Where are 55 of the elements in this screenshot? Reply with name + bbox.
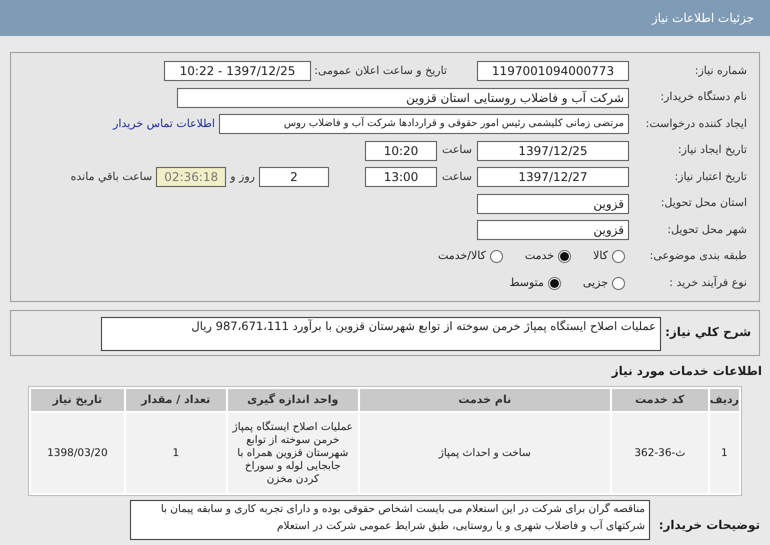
- table-cell: ساخت و احداث پمپاژ: [360, 413, 610, 493]
- table-cell: 1: [710, 413, 739, 493]
- services-title: اطلاعات خدمات مورد نیاز: [612, 363, 762, 380]
- province-field: قزوین: [477, 194, 629, 214]
- field-label: استان محل تحویل:: [660, 195, 747, 212]
- page-title: جزئیات اطلاعات نیاز: [652, 10, 754, 27]
- table-cell: 1398/03/20: [31, 413, 124, 493]
- field-label: ساعت باقي مانده: [70, 168, 154, 185]
- table-cell: عملیات اصلاح ایستگاه پمپاژ خرمن سوخته از توابع شهرستان قزوین همراه با جابجایی لوله و سوراخ کردن مخزن: [228, 413, 358, 493]
- table-cell: ث-36-362: [612, 413, 708, 493]
- summary-field: عملیات اصلاح ایستگاه پمپاژ خرمن سوخته از توابع شهرستان قزوین با برآورد 987،671،111 ریال: [101, 317, 661, 351]
- column-header: ردیف: [710, 389, 739, 411]
- days-field: 2: [259, 167, 329, 187]
- buyer-contact-link[interactable]: اطلاعات تماس خریدار: [113, 116, 215, 132]
- created-time-field: 10:20: [365, 140, 437, 160]
- notes-label: توضیحات خریدار:: [658, 517, 760, 534]
- column-header: تاریخ نیاز: [31, 389, 124, 411]
- field-label: تاریخ اعتبار نیاز:: [673, 168, 747, 185]
- notes-field: مناقصه گران برای شرکت در این استعلام می بایست اشخاص حقوقی بوده و دارای تجربه کاری و سابقه پیمان با شرکتهای آب و فاضلاب شهری و یا روستایی، طبق شرایط عمومی شرکت در استعلام: [130, 500, 650, 540]
- radio-label: خدمت: [524, 248, 554, 264]
- buyer-field: شرکت آب و فاضلاب روستایی استان قزوین: [177, 88, 629, 108]
- radio-label: کالا: [593, 248, 608, 264]
- creator-field: مرتضی زمانی کلیشمی رئیس امور حقوقی و قراردادها شرکت آب و فاضلاب روس: [219, 114, 629, 134]
- field-label: تاریخ ایجاد نیاز:: [676, 142, 747, 158]
- radio-button[interactable]: [558, 250, 572, 263]
- announce-date-field: 1397/12/25 - 10:22: [164, 61, 311, 81]
- radio-button[interactable]: [612, 276, 625, 290]
- column-header: نام خدمت: [360, 389, 610, 411]
- field-label: ساعت: [441, 142, 473, 158]
- column-header: کد خدمت: [612, 389, 708, 411]
- field-label: طبقه بندی موضوعی:: [648, 248, 747, 264]
- column-header: واحد اندازه گیری: [228, 389, 358, 411]
- radio-button[interactable]: [548, 276, 561, 290]
- field-label: تاریخ و ساعت اعلان عمومی:: [313, 62, 447, 79]
- radio-label: متوسط: [509, 274, 544, 291]
- field-label: ایجاد کننده درخواست:: [644, 116, 747, 132]
- column-header: تعداد / مقدار: [126, 389, 226, 411]
- city-field: قزوین: [477, 220, 629, 240]
- radio-button[interactable]: [612, 250, 625, 263]
- remaining-time-field: 02:36:18: [156, 167, 226, 187]
- field-label: روز و: [228, 168, 256, 185]
- summary-label: شرح کلي نیاز:: [664, 324, 751, 341]
- field-label: نوع فرآیند خرید :: [668, 274, 747, 291]
- need-number-field: 1197001094000773: [477, 61, 629, 81]
- radio-button[interactable]: [490, 250, 503, 263]
- radio-label: کالا/خدمت: [438, 248, 486, 264]
- created-date-field: 1397/12/25: [477, 140, 629, 160]
- field-label: شماره نیاز:: [694, 62, 747, 79]
- radio-label: جزیی: [582, 274, 608, 291]
- valid-date-field: 1397/12/27: [477, 167, 629, 187]
- field-label: ساعت: [441, 168, 473, 185]
- field-label: شهر محل تحویل:: [666, 222, 747, 238]
- valid-time-field: 13:00: [365, 167, 437, 187]
- table-cell: 1: [126, 413, 226, 493]
- field-label: نام دستگاه خریدار:: [659, 89, 747, 106]
